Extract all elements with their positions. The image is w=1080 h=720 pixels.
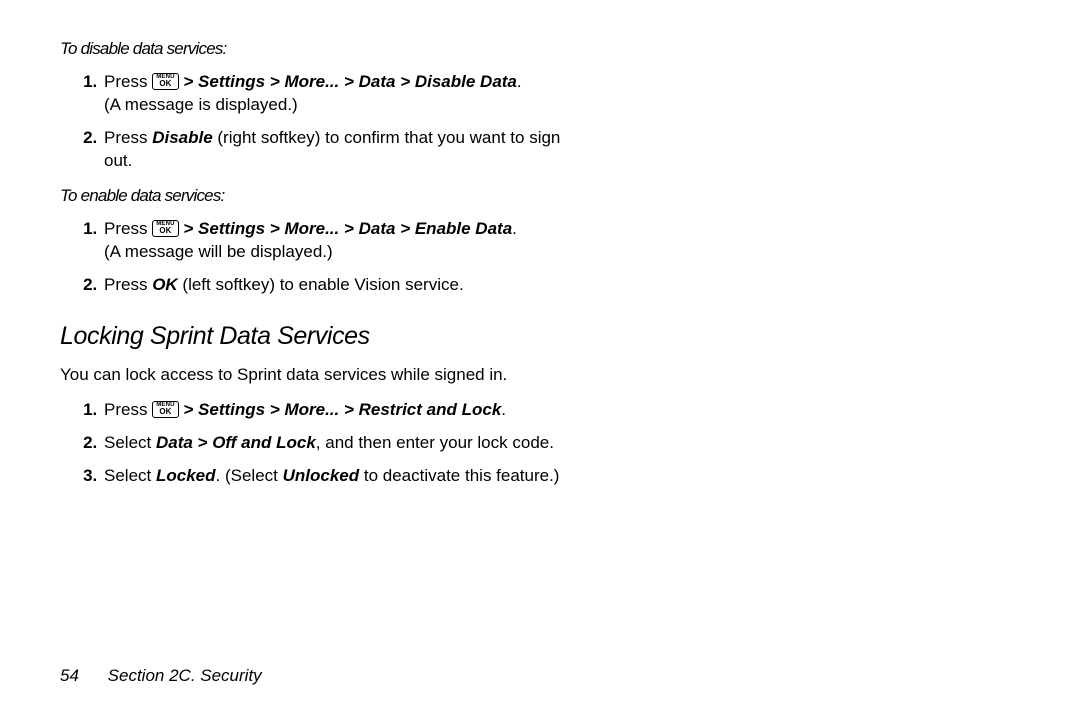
nav-path: > Settings > More... > Data > Disable Da… (179, 72, 517, 91)
text: . (Select (216, 466, 283, 485)
menu-ok-icon: MENUOK (152, 401, 178, 418)
key-ok-label: OK (156, 227, 174, 235)
text: . (501, 400, 506, 419)
page-content: To disable data services: Press MENUOK >… (60, 38, 580, 488)
intro-paragraph: You can lock access to Sprint data servi… (60, 364, 580, 387)
section-label: Section 2C. Security (108, 666, 262, 685)
list-item: Press OK (left softkey) to enable Vision… (102, 274, 580, 297)
subhead-disable: To disable data services: (60, 38, 580, 61)
nav-path: > Settings > More... > Data > Enable Dat… (179, 219, 513, 238)
option-locked: Locked (156, 466, 216, 485)
page-number: 54 (60, 666, 79, 685)
list-enable: Press MENUOK > Settings > More... > Data… (60, 218, 580, 297)
list-item: Select Data > Off and Lock, and then ent… (102, 432, 580, 455)
subhead-enable: To enable data services: (60, 185, 580, 208)
text: Select (104, 466, 156, 485)
manual-page: To disable data services: Press MENUOK >… (0, 0, 1080, 720)
list-locking: Press MENUOK > Settings > More... > Rest… (60, 399, 580, 488)
page-footer: 54 Section 2C. Security (60, 666, 262, 686)
softkey-label: Disable (152, 128, 212, 147)
menu-ok-icon: MENUOK (152, 220, 178, 237)
key-ok-label: OK (156, 80, 174, 88)
text: . (512, 219, 517, 238)
list-item: Press Disable (right softkey) to confirm… (102, 127, 580, 173)
list-disable: Press MENUOK > Settings > More... > Data… (60, 71, 580, 173)
menu-ok-icon: MENUOK (152, 73, 178, 90)
nav-path: > Settings > More... > Restrict and Lock (179, 400, 502, 419)
list-item: Press MENUOK > Settings > More... > Rest… (102, 399, 580, 422)
text: Press (104, 128, 152, 147)
section-heading-locking: Locking Sprint Data Services (60, 320, 580, 354)
text: to deactivate this feature.) (359, 466, 559, 485)
option-unlocked: Unlocked (283, 466, 360, 485)
list-item: Select Locked. (Select Unlocked to deact… (102, 465, 580, 488)
text: (A message is displayed.) (104, 95, 298, 114)
text: Press (104, 219, 152, 238)
text: Press (104, 400, 152, 419)
list-item: Press MENUOK > Settings > More... > Data… (102, 218, 580, 264)
list-item: Press MENUOK > Settings > More... > Data… (102, 71, 580, 117)
softkey-label: OK (152, 275, 178, 294)
text: , and then enter your lock code. (316, 433, 554, 452)
key-ok-label: OK (156, 408, 174, 416)
text: . (517, 72, 522, 91)
text: (left softkey) to enable Vision service. (178, 275, 464, 294)
text: Press (104, 72, 152, 91)
text: Press (104, 275, 152, 294)
menu-path: Data > Off and Lock (156, 433, 316, 452)
text: Select (104, 433, 156, 452)
text: (A message will be displayed.) (104, 242, 333, 261)
